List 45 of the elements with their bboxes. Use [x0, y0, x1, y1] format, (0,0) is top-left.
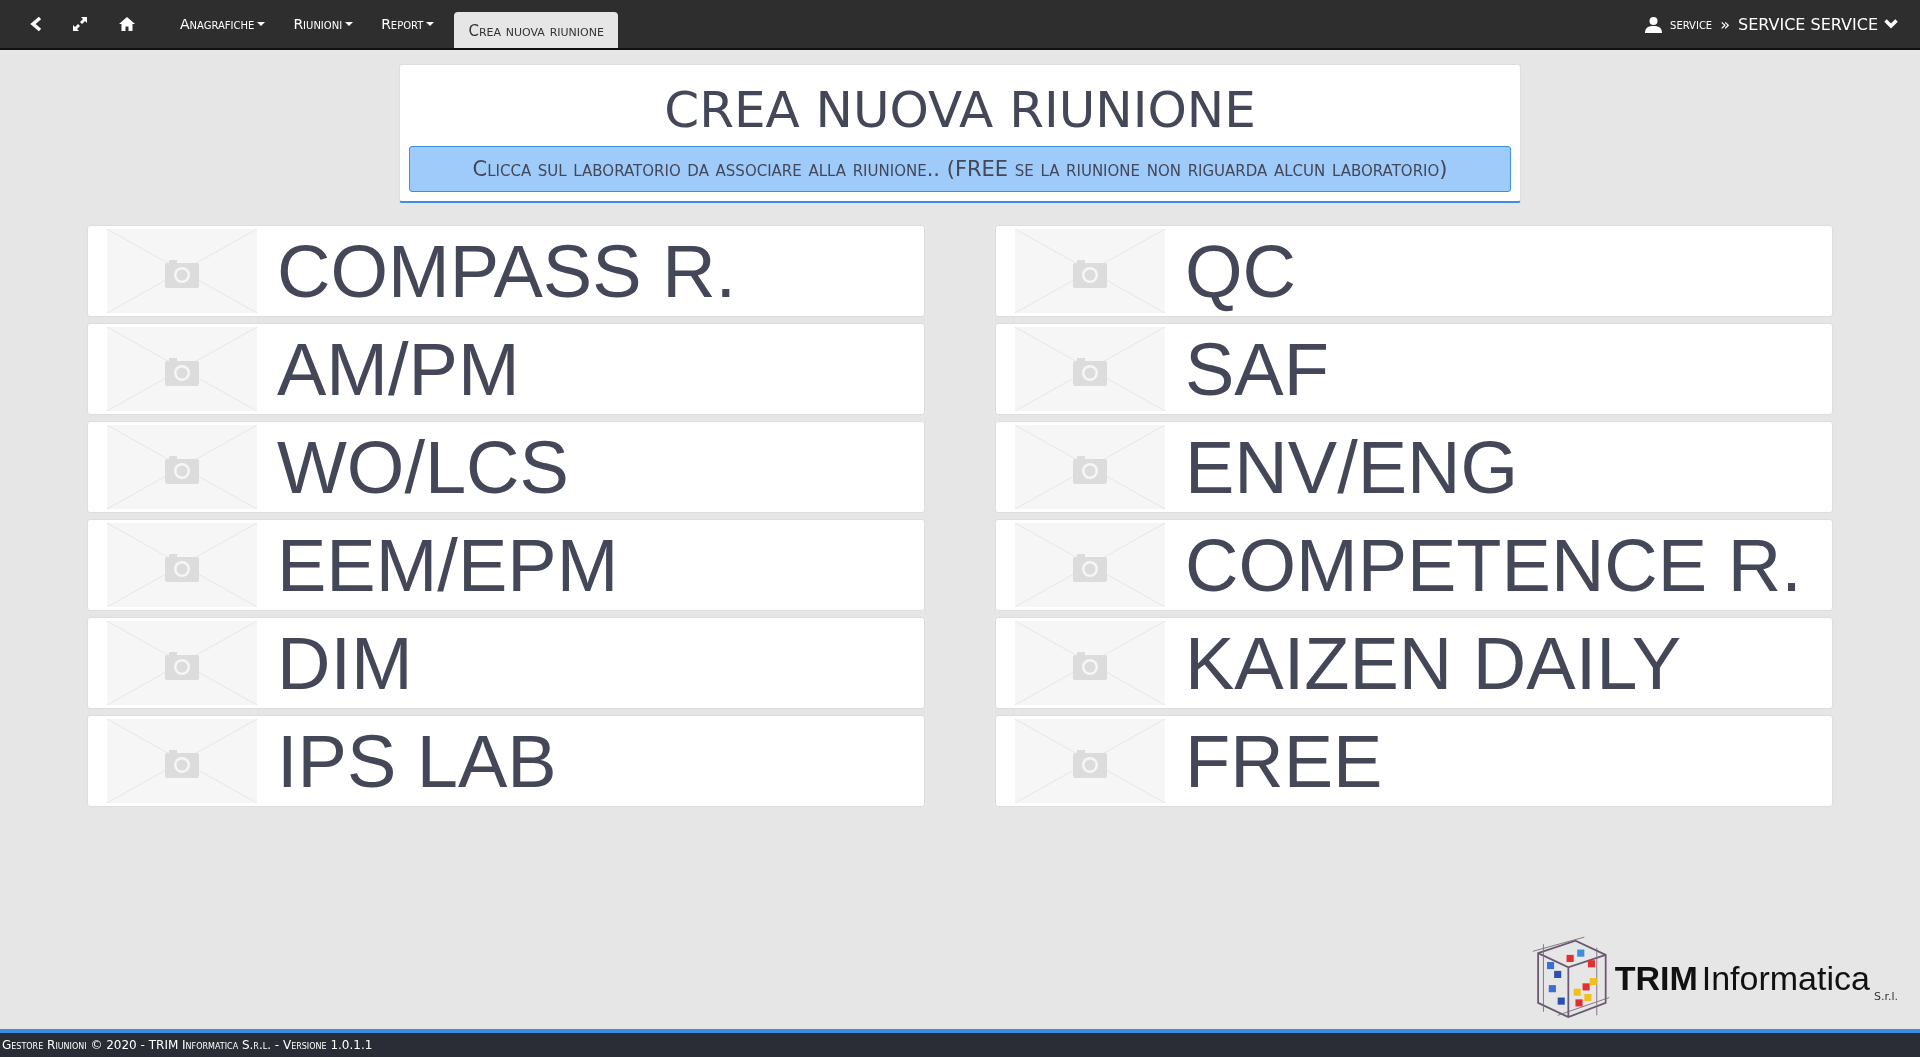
page-title: CREA NUOVA RIUNIONE — [664, 83, 1256, 138]
image-placeholder-icon — [107, 523, 257, 607]
info-alert: Clicca sul laboratorio da associare alla riunione.. (FREE se la riunione non riguarda alcun laboratorio) — [409, 146, 1511, 192]
laboratory-card[interactable]: KAIZEN DAILY — [995, 617, 1833, 709]
logo-text: Informatica — [1701, 958, 1870, 998]
image-placeholder-icon — [1015, 523, 1165, 607]
image-placeholder-icon — [1015, 327, 1165, 411]
menu-dropdown[interactable]: Riunioni — [279, 0, 368, 48]
image-placeholder-icon — [107, 621, 257, 705]
footer-text: Gestore Riunioni © 2020 - TRIM Informatica S.r.l. - Versione 1.0.1.1 — [2, 1038, 373, 1052]
laboratory-card[interactable]: SAF — [995, 323, 1833, 415]
user-icon — [1645, 15, 1663, 33]
image-placeholder-icon — [1015, 425, 1165, 509]
menu-dropdown[interactable]: Anagrafiche — [166, 0, 280, 48]
back-icon[interactable] — [30, 16, 42, 32]
laboratory-card[interactable]: EEM/EPM — [87, 519, 925, 611]
logo-suffix: S.r.l. — [1873, 990, 1898, 1003]
image-placeholder-icon — [107, 719, 257, 803]
logo-brand: TRIM — [1614, 958, 1698, 998]
separator: » — [1720, 14, 1730, 34]
image-placeholder-icon — [107, 229, 257, 313]
home-icon[interactable] — [118, 16, 136, 32]
menu-dropdown[interactable]: Report — [367, 0, 449, 48]
laboratory-card[interactable]: FREE — [995, 715, 1833, 807]
laboratory-card[interactable]: DIM — [87, 617, 925, 709]
image-placeholder-icon — [1015, 719, 1165, 803]
user-login: service — [1670, 16, 1713, 32]
laboratory-card[interactable]: QC — [995, 225, 1833, 317]
caret-icon — [426, 22, 435, 26]
laboratory-card[interactable]: COMPASS R. — [87, 225, 925, 317]
laboratory-card[interactable]: AM/PM — [87, 323, 925, 415]
image-placeholder-icon — [107, 327, 257, 411]
caret-icon — [345, 22, 354, 26]
chevron-down-icon — [1884, 19, 1898, 29]
laboratory-card[interactable]: COMPETENCE R. — [995, 519, 1833, 611]
laboratory-card[interactable]: ENV/ENG — [995, 421, 1833, 513]
image-placeholder-icon — [107, 425, 257, 509]
nav-tab[interactable]: Crea nuova riunione — [454, 12, 618, 48]
user-menu[interactable]: SERVICE SERVICE — [1738, 14, 1898, 34]
laboratory-card[interactable]: IPS LAB — [87, 715, 925, 807]
laboratory-card[interactable]: WO/LCS — [87, 421, 925, 513]
caret-icon — [257, 22, 266, 26]
image-placeholder-icon — [1015, 621, 1165, 705]
expand-icon[interactable] — [72, 16, 88, 32]
image-placeholder-icon — [1015, 229, 1165, 313]
